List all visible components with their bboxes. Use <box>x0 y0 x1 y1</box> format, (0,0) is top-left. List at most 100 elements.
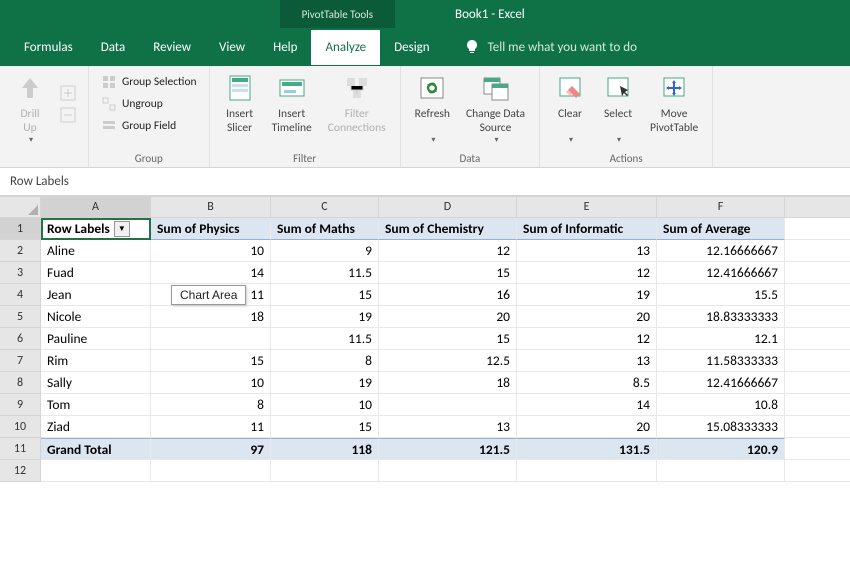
pivot-col-header[interactable]: Sum of Maths <box>271 218 379 240</box>
cell[interactable]: Rim <box>41 350 151 372</box>
pivot-col-header[interactable]: Sum of Informatic <box>517 218 657 240</box>
cell[interactable] <box>785 350 850 372</box>
col-header[interactable]: B <box>151 197 271 218</box>
cell[interactable] <box>151 460 271 482</box>
grand-total-cell[interactable]: 97 <box>151 438 271 460</box>
cell[interactable]: Aline <box>41 240 151 262</box>
cell[interactable]: 12.16666667 <box>657 240 785 262</box>
cell[interactable]: 15 <box>379 262 517 284</box>
cell[interactable]: 15 <box>151 350 271 372</box>
col-header[interactable]: A <box>41 197 151 218</box>
cell[interactable]: 12 <box>379 240 517 262</box>
row-header[interactable]: 7 <box>0 350 40 372</box>
row-header[interactable]: 12 <box>0 460 40 482</box>
move-pivottable-button[interactable]: Move PivotTable <box>644 70 704 138</box>
cell[interactable] <box>379 394 517 416</box>
cell[interactable] <box>41 460 151 482</box>
col-header[interactable]: F <box>657 197 785 218</box>
row-header[interactable]: 1 <box>0 218 40 240</box>
tab-help[interactable]: Help <box>259 30 311 65</box>
cell[interactable]: Fuad <box>41 262 151 284</box>
cell[interactable] <box>785 328 850 350</box>
cell[interactable]: Nicole <box>41 306 151 328</box>
row-header[interactable]: 10 <box>0 416 40 438</box>
cell[interactable] <box>271 460 379 482</box>
expand-field-button[interactable] <box>56 83 80 103</box>
col-header[interactable]: C <box>271 197 379 218</box>
select-all-corner[interactable] <box>0 196 40 218</box>
cell[interactable] <box>517 460 657 482</box>
cell[interactable] <box>785 416 850 438</box>
cell[interactable]: Tom <box>41 394 151 416</box>
cell[interactable] <box>785 372 850 394</box>
group-field-button[interactable]: Group Field <box>97 116 201 136</box>
tab-analyze[interactable]: Analyze <box>311 30 380 65</box>
grand-total-cell[interactable]: 118 <box>271 438 379 460</box>
cell[interactable]: 10 <box>151 372 271 394</box>
cell[interactable]: 8 <box>271 350 379 372</box>
cell[interactable]: 18 <box>151 306 271 328</box>
cell[interactable]: Jean <box>41 284 151 306</box>
cell[interactable]: 19 <box>517 284 657 306</box>
filter-dropdown-icon[interactable]: ▼ <box>114 221 130 237</box>
cell[interactable] <box>785 460 850 482</box>
insert-timeline-button[interactable]: Insert Timeline <box>266 70 318 138</box>
cell[interactable] <box>785 262 850 284</box>
cell[interactable] <box>785 394 850 416</box>
row-header[interactable]: 6 <box>0 328 40 350</box>
col-header[interactable] <box>785 197 850 218</box>
row-header[interactable]: 4 <box>0 284 40 306</box>
cell[interactable]: 20 <box>517 306 657 328</box>
grand-total-cell[interactable]: 120.9 <box>657 438 785 460</box>
group-selection-button[interactable]: Group Selection <box>97 72 201 92</box>
cell[interactable]: 20 <box>517 416 657 438</box>
pivot-col-header[interactable]: Sum of Average <box>657 218 785 240</box>
cell[interactable]: 12 <box>517 328 657 350</box>
row-header[interactable]: 8 <box>0 372 40 394</box>
cell[interactable]: 14 <box>151 262 271 284</box>
cell[interactable]: 15 <box>271 284 379 306</box>
pivot-col-header[interactable]: Sum of Chemistry <box>379 218 517 240</box>
grand-total-cell[interactable]: 121.5 <box>379 438 517 460</box>
cell[interactable]: 16 <box>379 284 517 306</box>
cell[interactable]: 15 <box>271 416 379 438</box>
select-button[interactable]: Select▾ <box>596 70 640 147</box>
filter-connections-button[interactable]: Filter Connections <box>322 70 392 138</box>
cell[interactable]: 11.5 <box>271 328 379 350</box>
cell[interactable]: 12 <box>517 262 657 284</box>
cell[interactable]: 8 <box>151 394 271 416</box>
cell[interactable] <box>379 460 517 482</box>
cell[interactable]: 15.5 <box>657 284 785 306</box>
cell[interactable] <box>785 438 850 460</box>
tell-me-search[interactable]: Tell me what you want to do <box>464 39 637 55</box>
cell[interactable]: 15.08333333 <box>657 416 785 438</box>
cell[interactable] <box>785 284 850 306</box>
ungroup-button[interactable]: Ungroup <box>97 94 201 114</box>
collapse-field-button[interactable] <box>56 105 80 125</box>
tab-view[interactable]: View <box>205 30 259 65</box>
cell[interactable]: 14 <box>517 394 657 416</box>
cell[interactable]: 13 <box>379 416 517 438</box>
row-header[interactable]: 3 <box>0 262 40 284</box>
cell[interactable] <box>151 328 271 350</box>
col-header[interactable]: D <box>379 197 517 218</box>
cell[interactable] <box>785 240 850 262</box>
cell[interactable] <box>785 306 850 328</box>
grand-total-label[interactable]: Grand Total <box>41 438 151 460</box>
insert-slicer-button[interactable]: Insert Slicer <box>218 70 262 138</box>
cell[interactable]: Sally <box>41 372 151 394</box>
cell[interactable]: Ziad <box>41 416 151 438</box>
clear-button[interactable]: Clear▾ <box>548 70 592 147</box>
cell[interactable]: 15 <box>379 328 517 350</box>
cell[interactable]: 11.5 <box>271 262 379 284</box>
cell[interactable]: 19 <box>271 372 379 394</box>
change-data-source-button[interactable]: Change Data Source▾ <box>460 70 531 147</box>
drill-up-button[interactable]: Drill Up▾ <box>8 70 52 147</box>
cell[interactable]: 18 <box>379 372 517 394</box>
cell[interactable]: 19 <box>271 306 379 328</box>
cell[interactable]: 11.58333333 <box>657 350 785 372</box>
grand-total-cell[interactable]: 131.5 <box>517 438 657 460</box>
row-header[interactable]: 2 <box>0 240 40 262</box>
col-header[interactable]: E <box>517 197 657 218</box>
cell[interactable]: 10.8 <box>657 394 785 416</box>
